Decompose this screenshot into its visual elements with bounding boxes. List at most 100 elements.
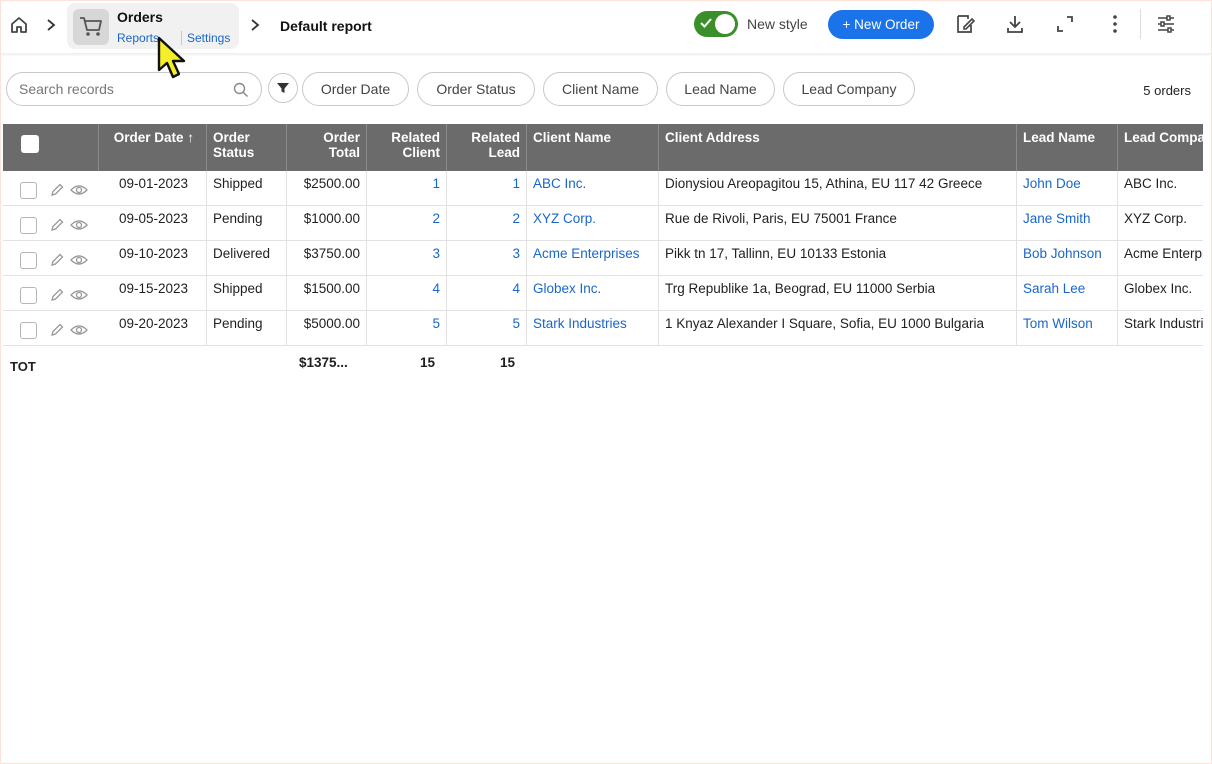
download-icon[interactable] [1004, 13, 1026, 35]
cell-client-name[interactable]: Stark Industries [527, 311, 659, 346]
pencil-icon[interactable] [50, 323, 64, 337]
cell-related-lead[interactable]: 3 [447, 241, 527, 276]
table-row[interactable]: 09-20-2023 Pending $5000.00 5 5 Stark In… [3, 311, 1203, 346]
table-row[interactable]: 09-05-2023 Pending $1000.00 2 2 XYZ Corp… [3, 206, 1203, 241]
new-style-toggle[interactable] [694, 11, 738, 37]
edit-report-icon[interactable] [954, 13, 976, 35]
header-select-cell [3, 124, 99, 171]
settings-sliders-icon[interactable] [1155, 13, 1177, 35]
pencil-icon[interactable] [50, 288, 64, 302]
report-title[interactable]: Default report [280, 18, 372, 34]
cell-related-lead[interactable]: 5 [447, 311, 527, 346]
chevron-right-icon [249, 18, 261, 32]
cart-icon[interactable] [73, 9, 109, 45]
row-checkbox[interactable] [20, 287, 37, 304]
cell-client-name[interactable]: Globex Inc. [527, 276, 659, 311]
settings-link[interactable]: Settings [187, 31, 230, 45]
row-checkbox[interactable] [20, 182, 37, 199]
row-checkbox[interactable] [20, 217, 37, 234]
filter-button[interactable] [268, 73, 298, 103]
order-count: 5 orders [1143, 83, 1191, 98]
cell-lead-company: Stark Industri [1124, 316, 1203, 331]
eye-icon[interactable] [70, 323, 88, 337]
filter-chip-lead-company[interactable]: Lead Company [783, 72, 915, 106]
row-checkbox[interactable] [20, 322, 37, 339]
cell-order-total: $1500.00 [287, 276, 367, 311]
column-header-order-status[interactable]: Order Status [207, 124, 287, 171]
cell-client-name[interactable]: Acme Enterprises [527, 241, 659, 276]
toggle-knob [715, 14, 735, 34]
cell-order-date: 09-01-2023 [99, 171, 207, 206]
table-row[interactable]: 09-15-2023 Shipped $1500.00 4 4 Globex I… [3, 276, 1203, 311]
column-header-client-name[interactable]: Client Name [527, 124, 659, 171]
cell-related-client[interactable]: 5 [367, 311, 447, 346]
cell-related-client[interactable]: 2 [367, 206, 447, 241]
row-actions [3, 206, 99, 241]
pencil-icon[interactable] [50, 253, 64, 267]
cell-client-address: Pikk tn 17, Tallinn, EU 10133 Estonia [659, 241, 1017, 276]
cell-client-name[interactable]: XYZ Corp. [527, 206, 659, 241]
filter-chip-client-name[interactable]: Client Name [543, 72, 658, 106]
chevron-right-icon [45, 18, 57, 32]
table-row[interactable]: 09-01-2023 Shipped $2500.00 1 1 ABC Inc.… [3, 171, 1203, 206]
pencil-icon[interactable] [50, 218, 64, 232]
cell-order-total: $1000.00 [287, 206, 367, 241]
client-address-header-label: Client Address [665, 130, 760, 145]
pencil-icon[interactable] [50, 183, 64, 197]
eye-icon[interactable] [70, 218, 88, 232]
cell-client-name[interactable]: ABC Inc. [527, 171, 659, 206]
cell-order-date: 09-20-2023 [99, 311, 207, 346]
eye-icon[interactable] [70, 288, 88, 302]
toolbar-divider [1140, 9, 1141, 39]
cell-lead-name[interactable]: Sarah Lee [1017, 276, 1118, 311]
total-related-lead: 15 [500, 355, 516, 370]
row-actions [3, 311, 99, 346]
cell-lead-name[interactable]: Tom Wilson [1017, 311, 1118, 346]
cell-lead-company: Globex Inc. [1124, 281, 1193, 296]
cell-order-total: $3750.00 [287, 241, 367, 276]
cell-related-client[interactable]: 4 [367, 276, 447, 311]
new-order-button[interactable]: + New Order [828, 10, 934, 39]
column-header-client-address[interactable]: Client Address [659, 124, 1017, 171]
select-all-checkbox[interactable] [21, 135, 39, 153]
search-box[interactable] [6, 72, 262, 106]
column-header-lead-company[interactable]: Lead Compa [1118, 124, 1203, 171]
order-date-header-label: Order Date ↑ [113, 130, 194, 145]
check-icon [700, 18, 712, 28]
filter-chip-order-date[interactable]: Order Date [302, 72, 409, 106]
column-header-order-total[interactable]: Order Total [287, 124, 367, 171]
row-actions [3, 171, 99, 206]
cell-related-client[interactable]: 3 [367, 241, 447, 276]
total-order-total: $1375... [299, 355, 348, 370]
column-header-related-client[interactable]: Related Client [367, 124, 447, 171]
cell-related-lead[interactable]: 1 [447, 171, 527, 206]
cell-lead-name[interactable]: Bob Johnson [1017, 241, 1118, 276]
order-total-header-label: Order Total [323, 130, 360, 160]
more-vertical-icon[interactable] [1104, 13, 1126, 35]
fullscreen-icon[interactable] [1054, 13, 1076, 35]
cell-related-lead[interactable]: 4 [447, 276, 527, 311]
eye-icon[interactable] [70, 253, 88, 267]
cell-lead-name[interactable]: John Doe [1017, 171, 1118, 206]
cell-client-address: Trg Republike 1a, Beograd, EU 11000 Serb… [659, 276, 1017, 311]
totals-label: TOT [10, 359, 36, 374]
client-name-header-label: Client Name [533, 130, 612, 145]
cell-lead-company: Acme Enterpr [1124, 246, 1203, 261]
funnel-icon [277, 83, 289, 93]
cell-related-lead[interactable]: 2 [447, 206, 527, 241]
filter-chip-order-status[interactable]: Order Status [417, 72, 535, 106]
home-icon[interactable] [9, 15, 29, 35]
table-row[interactable]: 09-10-2023 Delivered $3750.00 3 3 Acme E… [3, 241, 1203, 276]
cell-client-address: Dionysiou Areopagitou 15, Athina, EU 117… [659, 171, 1017, 206]
column-header-related-lead[interactable]: Related Lead [447, 124, 527, 171]
row-actions [3, 241, 99, 276]
column-header-lead-name[interactable]: Lead Name [1017, 124, 1118, 171]
cell-related-client[interactable]: 1 [367, 171, 447, 206]
cell-lead-name[interactable]: Jane Smith [1017, 206, 1118, 241]
column-header-order-date[interactable]: Order Date ↑ [99, 124, 207, 171]
reports-link[interactable]: Reports [117, 31, 159, 45]
filter-chip-lead-name[interactable]: Lead Name [666, 72, 775, 106]
row-checkbox[interactable] [20, 252, 37, 269]
eye-icon[interactable] [70, 183, 88, 197]
search-icon[interactable] [233, 82, 249, 98]
